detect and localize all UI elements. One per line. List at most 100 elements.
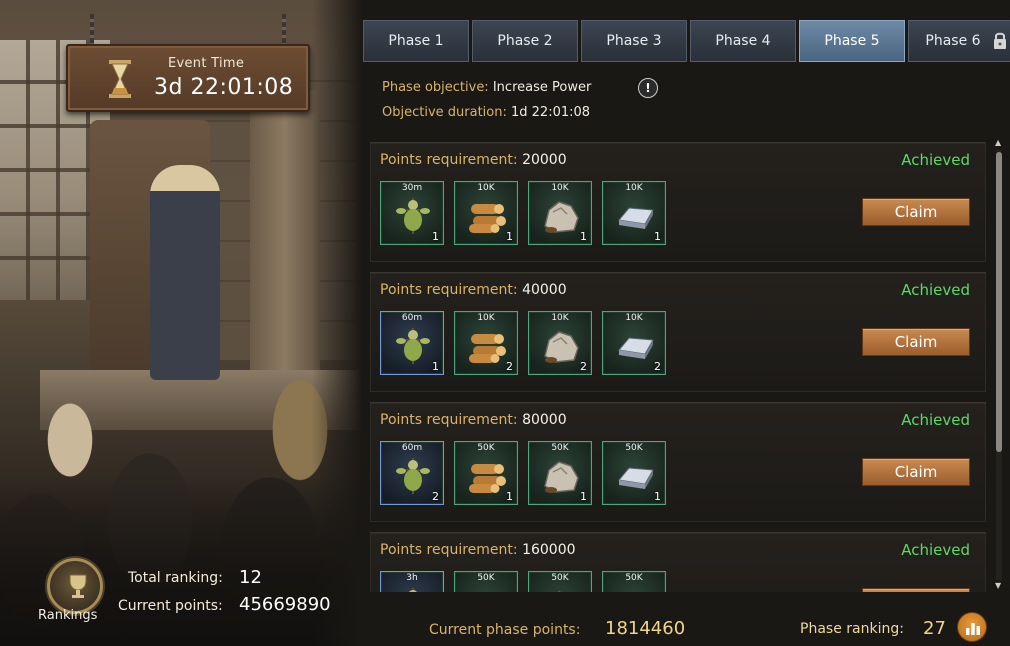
tab-phase-6-label: Phase 6 — [925, 33, 981, 49]
phase-objective: Phase objective: Increase Power — [382, 80, 591, 95]
reward-item-tag: 10K — [477, 183, 495, 193]
points-requirement-label: Points requirement: — [380, 412, 518, 428]
tab-phase-2[interactable]: Phase 2 — [472, 20, 578, 62]
reward-item-tag: 10K — [625, 183, 643, 193]
event-time-value: 3d 22:01:08 — [154, 75, 294, 100]
points-requirement-value: 40000 — [522, 282, 567, 298]
reward-item[interactable]: 30m 1 — [380, 181, 444, 245]
reward-item[interactable]: 10K 2 — [454, 311, 518, 375]
objective-duration-label: Objective duration: — [382, 105, 507, 120]
trophy-icon — [69, 574, 87, 598]
reward-item[interactable]: 3h — [380, 571, 444, 592]
phase-points-value: 1814460 — [605, 618, 686, 639]
reward-card: Points requirement: 40000 Achieved 60m 1 10K… — [370, 272, 986, 392]
reward-item-tag: 60m — [401, 313, 423, 323]
bar-chart-icon — [966, 623, 980, 635]
reward-item-tag: 50K — [625, 573, 643, 583]
reward-item[interactable]: 50K — [528, 571, 592, 592]
objective-duration-value: 1d 22:01:08 — [511, 105, 591, 120]
reward-item-tag: 50K — [477, 443, 495, 453]
reward-item[interactable]: 10K 1 — [602, 181, 666, 245]
artwork-edge — [312, 0, 362, 646]
achieved-status: Achieved — [901, 151, 970, 169]
reward-item-tag: 30m — [401, 183, 423, 193]
reward-card: Points requirement: 160000 Achieved 3h 50K 5… — [370, 532, 986, 592]
reward-item[interactable]: 50K 1 — [528, 441, 592, 505]
reward-item[interactable]: 50K 1 — [454, 441, 518, 505]
sign-chain-right — [282, 14, 286, 46]
achieved-status: Achieved — [901, 541, 970, 559]
tab-phase-3[interactable]: Phase 3 — [581, 20, 687, 62]
rankings-label[interactable]: Rankings — [38, 608, 97, 623]
objective-duration: Objective duration: 1d 22:01:08 — [382, 105, 590, 120]
reward-item-tag: 10K — [477, 313, 495, 323]
reward-item-quantity: 1 — [506, 230, 513, 243]
info-icon[interactable]: ! — [638, 78, 658, 98]
reward-item-tag: 50K — [551, 573, 569, 583]
achieved-status: Achieved — [901, 411, 970, 429]
reward-item-quantity: 1 — [432, 230, 439, 243]
reward-item[interactable]: 50K 1 — [602, 441, 666, 505]
tab-phase-4[interactable]: Phase 4 — [690, 20, 796, 62]
reward-item[interactable]: 10K 2 — [528, 311, 592, 375]
reward-item[interactable]: 10K 1 — [528, 181, 592, 245]
phase-ranking-button[interactable] — [957, 612, 987, 642]
scroll-down-arrow[interactable]: ▼ — [995, 581, 1001, 590]
reward-item-quantity: 1 — [506, 490, 513, 503]
achieved-status: Achieved — [901, 281, 970, 299]
reward-item[interactable]: 50K — [602, 571, 666, 592]
reward-item-quantity: 1 — [580, 230, 587, 243]
reward-item[interactable]: 50K — [454, 571, 518, 592]
points-requirement-value: 80000 — [522, 412, 567, 428]
reward-card: Points requirement: 80000 Achieved 60m 2 50K… — [370, 402, 986, 522]
reward-item-tag: 3h — [406, 573, 418, 583]
event-time-label: Event Time — [168, 56, 245, 71]
reward-card: Points requirement: 20000 Achieved 30m 1 10K… — [370, 142, 986, 262]
points-requirement: Points requirement: 80000 — [380, 412, 567, 428]
reward-item[interactable]: 10K 2 — [602, 311, 666, 375]
claim-button[interactable]: Claim — [862, 198, 970, 226]
sign-chain-left — [90, 14, 94, 46]
reward-item-tag: 10K — [625, 313, 643, 323]
reward-item-quantity: 1 — [654, 490, 661, 503]
claim-button[interactable]: Claim — [862, 588, 970, 592]
reward-item-tag: 50K — [625, 443, 643, 453]
reward-item-quantity: 2 — [654, 360, 661, 373]
current-points-label: Current points: — [118, 598, 223, 614]
reward-item-tag: 10K — [551, 313, 569, 323]
phase-objective-label: Phase objective: — [382, 80, 489, 95]
tab-phase-5[interactable]: Phase 5 — [799, 20, 905, 62]
points-requirement-label: Points requirement: — [380, 282, 518, 298]
reward-item-quantity: 1 — [580, 490, 587, 503]
reward-item-tag: 60m — [401, 443, 423, 453]
event-time-sign: Event Time 3d 22:01:08 — [66, 44, 310, 112]
scroll-up-arrow[interactable]: ▲ — [995, 138, 1001, 147]
rankings-button[interactable] — [47, 558, 103, 614]
reward-item-quantity: 2 — [506, 360, 513, 373]
points-requirement: Points requirement: 40000 — [380, 282, 567, 298]
phase-ranking-value: 27 — [923, 618, 946, 639]
total-ranking-label: Total ranking: — [128, 570, 223, 586]
points-requirement-value: 160000 — [522, 542, 576, 558]
reward-item-tag: 50K — [477, 573, 495, 583]
reward-item-quantity: 2 — [580, 360, 587, 373]
total-ranking-value: 12 — [239, 567, 262, 588]
reward-item[interactable]: 60m 2 — [380, 441, 444, 505]
reward-item[interactable]: 10K 1 — [454, 181, 518, 245]
current-points-value: 45669890 — [239, 594, 331, 615]
points-requirement-value: 20000 — [522, 152, 567, 168]
phase-objective-value: Increase Power — [492, 80, 592, 95]
reward-item-quantity: 1 — [432, 360, 439, 373]
reward-item-quantity: 1 — [654, 230, 661, 243]
claim-button[interactable]: Claim — [862, 328, 970, 356]
tab-phase-1[interactable]: Phase 1 — [363, 20, 469, 62]
reward-item[interactable]: 60m 1 — [380, 311, 444, 375]
scrollbar-thumb[interactable] — [996, 152, 1002, 452]
points-requirement-label: Points requirement: — [380, 152, 518, 168]
phase-ranking-label: Phase ranking: — [800, 621, 904, 637]
points-requirement: Points requirement: 20000 — [380, 152, 567, 168]
phase-tabs: Phase 1 Phase 2 Phase 3 Phase 4 Phase 5 … — [362, 20, 1010, 62]
reward-item-tag: 50K — [551, 443, 569, 453]
reward-list[interactable]: Points requirement: 20000 Achieved 30m 1 10K… — [370, 142, 986, 592]
claim-button[interactable]: Claim — [862, 458, 970, 486]
